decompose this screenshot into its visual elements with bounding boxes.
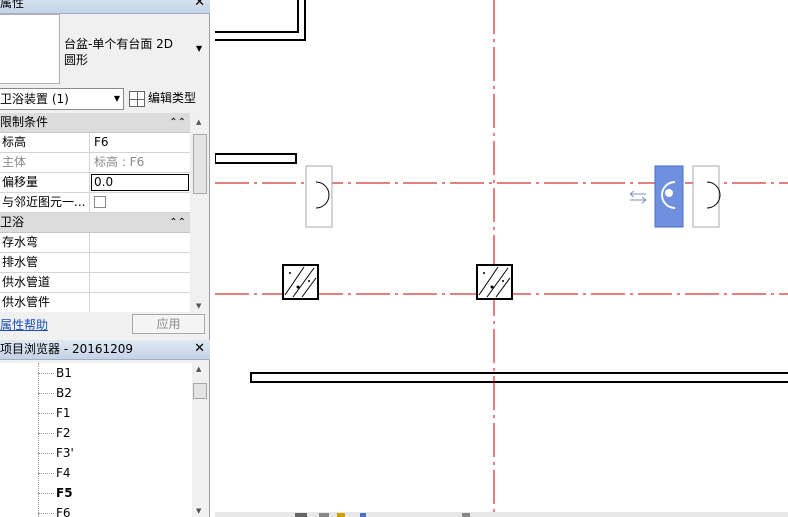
tree-item-level[interactable]: B2	[56, 383, 72, 403]
tree-item-level[interactable]: F3'	[56, 443, 74, 463]
scroll-down-icon[interactable]: ▼	[196, 302, 201, 310]
property-value[interactable]	[90, 233, 190, 252]
instance-filter-dropdown[interactable]: 卫浴装置 (1) ▼	[0, 88, 124, 110]
property-row-drain[interactable]: 排水管	[0, 253, 190, 273]
canvas-background	[215, 0, 788, 517]
collapse-icon[interactable]: ⌃⌃	[169, 113, 186, 132]
wall-segment-long[interactable]	[250, 372, 788, 383]
tree-connector	[38, 493, 54, 494]
tree-item-level[interactable]: F2	[56, 423, 71, 443]
drawing-canvas[interactable]	[215, 0, 788, 517]
property-row-host: 主体 标高 : F6	[0, 153, 190, 173]
scrollbar-thumb[interactable]	[193, 134, 207, 194]
properties-help-link[interactable]: 属性帮助	[0, 316, 48, 333]
collapse-icon[interactable]: ⌃⌃	[169, 213, 186, 232]
tree-connector	[38, 473, 54, 474]
property-row-trap[interactable]: 存水弯	[0, 233, 190, 253]
property-row-supply-pipe[interactable]: 供水管道	[0, 273, 190, 293]
close-icon[interactable]: ✕	[194, 340, 205, 358]
scroll-up-icon[interactable]: ▲	[196, 365, 201, 373]
property-row-move-with-nearby[interactable]: 与邻近图元一...	[0, 193, 190, 213]
instance-filter-label: 卫浴装置 (1)	[0, 92, 69, 106]
project-browser-title: 项目浏览器 - 20161209	[0, 342, 134, 356]
property-value[interactable]: F6	[90, 133, 190, 152]
property-name: 供水管件	[0, 293, 90, 312]
properties-scrollbar[interactable]: ▲ ▼	[192, 118, 208, 310]
property-name: 偏移量	[0, 173, 90, 192]
properties-table: 限制条件 ⌃⌃ 标高 F6 主体 标高 : F6 偏移量 0.0 与邻近图元一.…	[0, 113, 190, 312]
tree-connector	[38, 393, 54, 394]
tree-connector	[38, 453, 54, 454]
property-name: 供水管道	[0, 273, 90, 292]
tree-connector	[38, 413, 54, 414]
move-with-nearby-checkbox[interactable]	[94, 196, 106, 208]
property-row-supply-fitting[interactable]: 供水管件	[0, 293, 190, 312]
tree-item-level[interactable]: F4	[56, 463, 71, 483]
tree-connector	[38, 513, 54, 514]
tree-connector	[38, 433, 54, 434]
property-name: 排水管	[0, 253, 90, 272]
offset-input[interactable]: 0.0	[91, 174, 189, 191]
property-name: 标高	[0, 133, 90, 152]
chevron-down-icon: ▼	[113, 94, 120, 103]
scrollbar-thumb[interactable]	[193, 383, 207, 399]
apply-button[interactable]: 应用	[132, 314, 205, 334]
property-value[interactable]	[90, 193, 190, 212]
group-label: 卫浴	[0, 215, 25, 229]
sink-fixture-right[interactable]	[692, 165, 721, 228]
property-value: 标高 : F6	[94, 155, 145, 169]
close-icon[interactable]: ✕	[194, 0, 205, 12]
project-browser-scrollbar[interactable]: ▲ ▼	[192, 363, 208, 517]
property-name: 与邻近图元一...	[0, 193, 90, 212]
edit-type-button[interactable]: 编辑类型	[129, 88, 207, 110]
column-left[interactable]	[282, 264, 319, 300]
property-row-offset[interactable]: 偏移量 0.0	[0, 173, 190, 193]
group-constraints[interactable]: 限制条件 ⌃⌃	[0, 113, 190, 133]
sink-fixture-left[interactable]	[305, 165, 333, 228]
tree-connector	[38, 373, 54, 374]
tree-item-level[interactable]: F1	[56, 403, 71, 423]
tree-item-level-active[interactable]: F5	[56, 483, 73, 503]
view-control-bar[interactable]	[215, 512, 788, 517]
project-browser-title-bar[interactable]: 项目浏览器 - 20161209 ✕	[0, 340, 210, 360]
column-center[interactable]	[476, 264, 513, 300]
scroll-down-icon[interactable]: ▼	[196, 507, 201, 515]
property-value[interactable]	[90, 253, 190, 272]
scroll-up-icon[interactable]: ▲	[196, 118, 201, 126]
project-browser-tree: B1 B2 F1 F2 F3' F4 F5 F6	[0, 363, 192, 517]
tree-item-level[interactable]: F6	[56, 503, 71, 517]
wall-segment-short[interactable]	[215, 153, 297, 164]
properties-panel: 属性 ✕ 台盆-单个有台面 2D 圆形 ▼ 卫浴装置 (1) ▼ 编辑类型 限制…	[0, 0, 210, 517]
property-name: 主体	[0, 153, 90, 172]
property-value[interactable]	[90, 273, 190, 292]
properties-title: 属性	[0, 0, 25, 10]
chevron-down-icon[interactable]: ▼	[196, 44, 202, 53]
edit-type-icon	[129, 90, 145, 107]
type-preview-image[interactable]	[0, 14, 60, 84]
property-value[interactable]	[90, 293, 190, 312]
group-label: 限制条件	[0, 115, 49, 129]
property-row-level[interactable]: 标高 F6	[0, 133, 190, 153]
property-name: 存水弯	[0, 233, 90, 252]
sink-fixture-selected[interactable]	[654, 165, 684, 228]
tree-item-level[interactable]: B1	[56, 363, 72, 383]
properties-title-bar[interactable]: 属性 ✕	[0, 0, 210, 14]
type-selector-name[interactable]: 台盆-单个有台面 2D 圆形	[64, 36, 184, 68]
group-plumbing[interactable]: 卫浴 ⌃⌃	[0, 213, 190, 233]
edit-type-label: 编辑类型	[148, 91, 197, 105]
